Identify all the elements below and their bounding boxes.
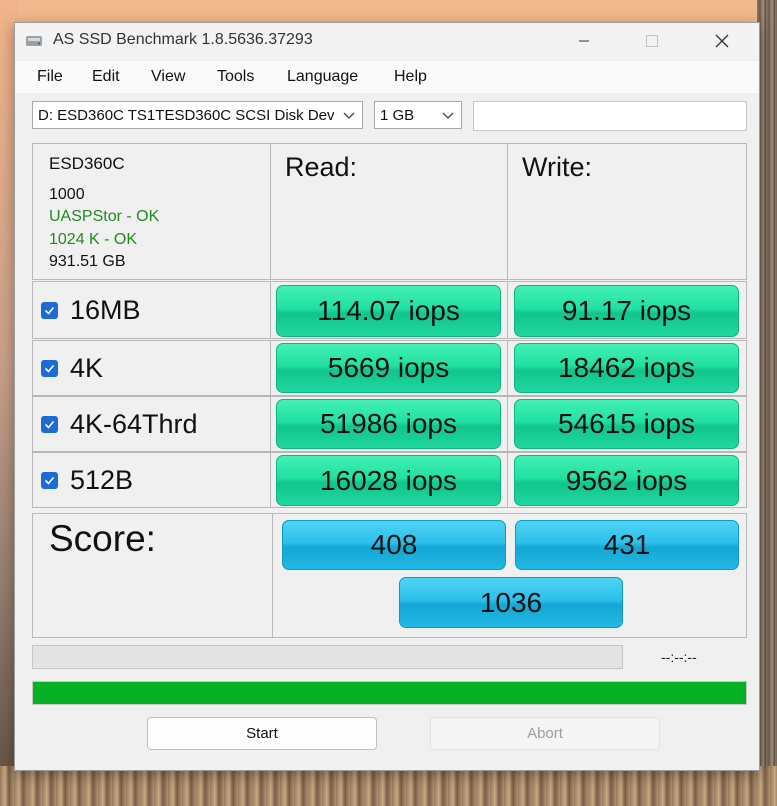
read-score: 408 — [282, 520, 506, 570]
checkbox-4k[interactable] — [41, 359, 58, 377]
menu-tools[interactable]: Tools — [217, 68, 254, 86]
menu-edit[interactable]: Edit — [92, 68, 120, 86]
test-row-16mb: 16MB — [32, 281, 272, 339]
device-name: ESD360C — [49, 154, 125, 173]
capacity: 931.51 GB — [49, 253, 126, 270]
write-header-cell: Write: — [507, 143, 747, 280]
test-name: 512B — [70, 464, 134, 495]
overall-progress-fill — [33, 682, 746, 704]
write-result-4k: 18462 iops — [514, 343, 739, 393]
read-result-4k-64thrd: 51986 iops — [276, 399, 501, 449]
firmware-version: 1000 — [49, 186, 85, 203]
desktop-background-bottom — [0, 766, 777, 806]
checkmark-icon — [44, 364, 55, 373]
alignment-status: 1024 K - OK — [49, 231, 138, 248]
write-result-512b: 9562 iops — [514, 455, 739, 506]
close-button[interactable] — [699, 23, 745, 59]
menu-help[interactable]: Help — [394, 68, 427, 86]
test-label-16mb: 16MB — [41, 282, 141, 338]
checkmark-icon — [44, 420, 55, 429]
menu-file[interactable]: File — [37, 68, 63, 86]
chevron-down-icon — [343, 112, 355, 119]
total-score: 1036 — [399, 577, 623, 628]
test-name: 4K — [70, 352, 104, 383]
elapsed-time: --:--:-- — [661, 649, 697, 665]
menu-view[interactable]: View — [151, 68, 185, 86]
write-score: 431 — [515, 520, 739, 570]
test-label-4k: 4K — [41, 341, 103, 395]
start-button[interactable]: Start — [147, 717, 377, 750]
title-bar[interactable]: AS SSD Benchmark 1.8.5636.37293 — [15, 23, 759, 59]
test-row-4k: 4K — [32, 340, 272, 396]
maximize-button — [629, 23, 675, 59]
read-header: Read: — [285, 152, 358, 182]
test-row-4k-64thrd: 4K-64Thrd — [32, 396, 272, 452]
checkbox-4k-64thrd[interactable] — [41, 415, 58, 433]
minimize-button[interactable] — [561, 23, 607, 59]
test-size-value: 1 GB — [380, 107, 415, 124]
checkmark-icon — [44, 476, 55, 485]
test-row-512b: 512B — [32, 452, 272, 508]
test-name: 16MB — [70, 294, 141, 325]
overall-progress-bar — [32, 681, 747, 705]
menu-bar: File Edit View Tools Language Help — [15, 61, 759, 93]
app-window: AS SSD Benchmark 1.8.5636.37293 File Edi… — [14, 22, 760, 771]
write-result-16mb: 91.17 iops — [514, 285, 739, 337]
score-label-cell: Score: — [32, 513, 274, 638]
text-field[interactable] — [473, 101, 747, 131]
score-label: Score: — [49, 518, 156, 559]
read-result-16mb: 114.07 iops — [276, 285, 501, 337]
test-name: 4K-64Thrd — [70, 408, 198, 439]
drive-select[interactable]: D: ESD360C TS1TESD360C SCSI Disk Device — [32, 101, 363, 129]
drive-select-value: D: ESD360C TS1TESD360C SCSI Disk Device — [38, 107, 334, 124]
read-result-512b: 16028 iops — [276, 455, 501, 506]
write-result-4k-64thrd: 54615 iops — [514, 399, 739, 449]
write-header: Write: — [522, 152, 593, 182]
close-icon — [715, 34, 729, 48]
app-drive-icon — [26, 36, 42, 46]
minimize-icon — [579, 40, 589, 42]
chevron-down-icon — [442, 112, 454, 119]
checkbox-512b[interactable] — [41, 471, 58, 489]
read-header-cell: Read: — [270, 143, 509, 280]
maximize-icon — [646, 35, 658, 47]
benchmark-grid: ESD360C 1000 UASPStor - OK 1024 K - OK 9… — [32, 143, 747, 638]
read-result-4k: 5669 iops — [276, 343, 501, 393]
window-title: AS SSD Benchmark 1.8.5636.37293 — [53, 31, 313, 48]
drive-info-panel: ESD360C 1000 UASPStor - OK 1024 K - OK 9… — [32, 143, 272, 280]
abort-button: Abort — [430, 717, 660, 750]
checkbox-16mb[interactable] — [41, 301, 58, 319]
test-size-select[interactable]: 1 GB — [374, 101, 462, 129]
menu-language[interactable]: Language — [287, 68, 358, 86]
driver-status: UASPStor - OK — [49, 208, 160, 225]
test-progress-bar — [32, 645, 623, 669]
test-label-512b: 512B — [41, 453, 133, 507]
checkmark-icon — [44, 306, 55, 315]
test-label-4k-64thrd: 4K-64Thrd — [41, 397, 198, 451]
desktop-background-right — [757, 0, 777, 806]
